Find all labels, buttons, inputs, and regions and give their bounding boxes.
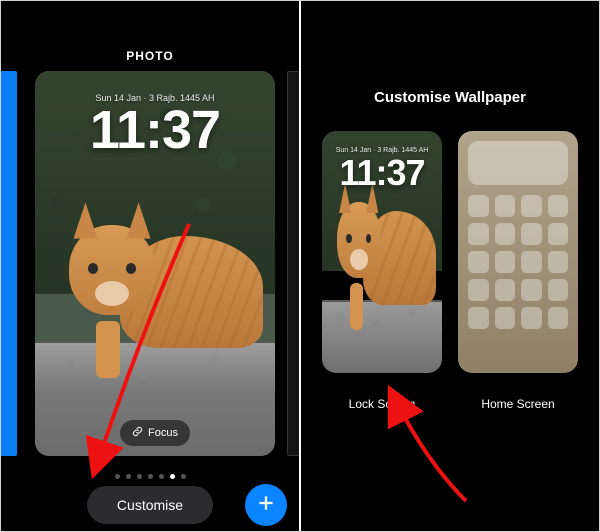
- gallery-category-title: PHOTO: [1, 49, 299, 63]
- wallpaper-preview-main[interactable]: Sun 14 Jan · 3 Rajb. 1445 AH 11:37 Focus: [35, 71, 275, 456]
- page-dot: [159, 474, 164, 479]
- home-icon-placeholder: [548, 223, 569, 245]
- page-dot: [115, 474, 120, 479]
- home-icon-placeholder: [521, 223, 542, 245]
- home-icon-placeholder: [468, 279, 489, 301]
- home-icon-placeholder: [468, 251, 489, 273]
- lock-screen-label: Lock Screen: [322, 397, 442, 411]
- home-icon-placeholder: [521, 279, 542, 301]
- page-dot: [170, 474, 175, 479]
- home-icon-placeholder: [495, 195, 516, 217]
- plus-icon: [256, 493, 276, 518]
- home-icon-placeholder: [521, 307, 542, 329]
- wallpaper-gallery-panel: PHOTO: [1, 1, 299, 531]
- lock-screen-thumbnail[interactable]: Sun 14 Jan · 3 Rajb. 1445 AH 11:37: [322, 131, 442, 373]
- home-icon-placeholder: [548, 279, 569, 301]
- lock-screen-time: 11:37: [322, 155, 442, 191]
- customise-wallpaper-panel: Customise Wallpaper: [301, 1, 599, 531]
- link-icon: [132, 426, 143, 440]
- home-icon-placeholder: [495, 307, 516, 329]
- home-icon-placeholder: [548, 307, 569, 329]
- home-icon-grid: [468, 195, 568, 361]
- page-indicator: [1, 474, 299, 479]
- prev-wallpaper-edge[interactable]: [1, 71, 17, 456]
- home-icon-placeholder: [495, 223, 516, 245]
- page-title: Customise Wallpaper: [301, 89, 599, 106]
- customise-button[interactable]: Customise: [87, 486, 213, 524]
- page-dot: [137, 474, 142, 479]
- add-wallpaper-button[interactable]: [245, 484, 287, 526]
- home-icon-placeholder: [468, 195, 489, 217]
- focus-label: Focus: [148, 427, 178, 439]
- home-icon-placeholder: [548, 251, 569, 273]
- page-dot: [126, 474, 131, 479]
- home-icon-placeholder: [548, 195, 569, 217]
- home-icon-placeholder: [495, 279, 516, 301]
- next-wallpaper-edge[interactable]: [287, 71, 299, 456]
- home-screen-thumbnail[interactable]: [458, 131, 578, 373]
- focus-button[interactable]: Focus: [120, 420, 190, 446]
- home-screen-label: Home Screen: [458, 397, 578, 411]
- lock-screen-time: 11:37: [35, 103, 275, 157]
- wallpaper-card-stack[interactable]: Sun 14 Jan · 3 Rajb. 1445 AH 11:37 Focus: [1, 71, 299, 456]
- home-widget-placeholder: [468, 141, 568, 185]
- page-dot: [181, 474, 186, 479]
- home-icon-placeholder: [521, 195, 542, 217]
- home-icon-placeholder: [495, 251, 516, 273]
- home-icon-placeholder: [468, 307, 489, 329]
- home-icon-placeholder: [521, 251, 542, 273]
- page-dot: [148, 474, 153, 479]
- home-icon-placeholder: [468, 223, 489, 245]
